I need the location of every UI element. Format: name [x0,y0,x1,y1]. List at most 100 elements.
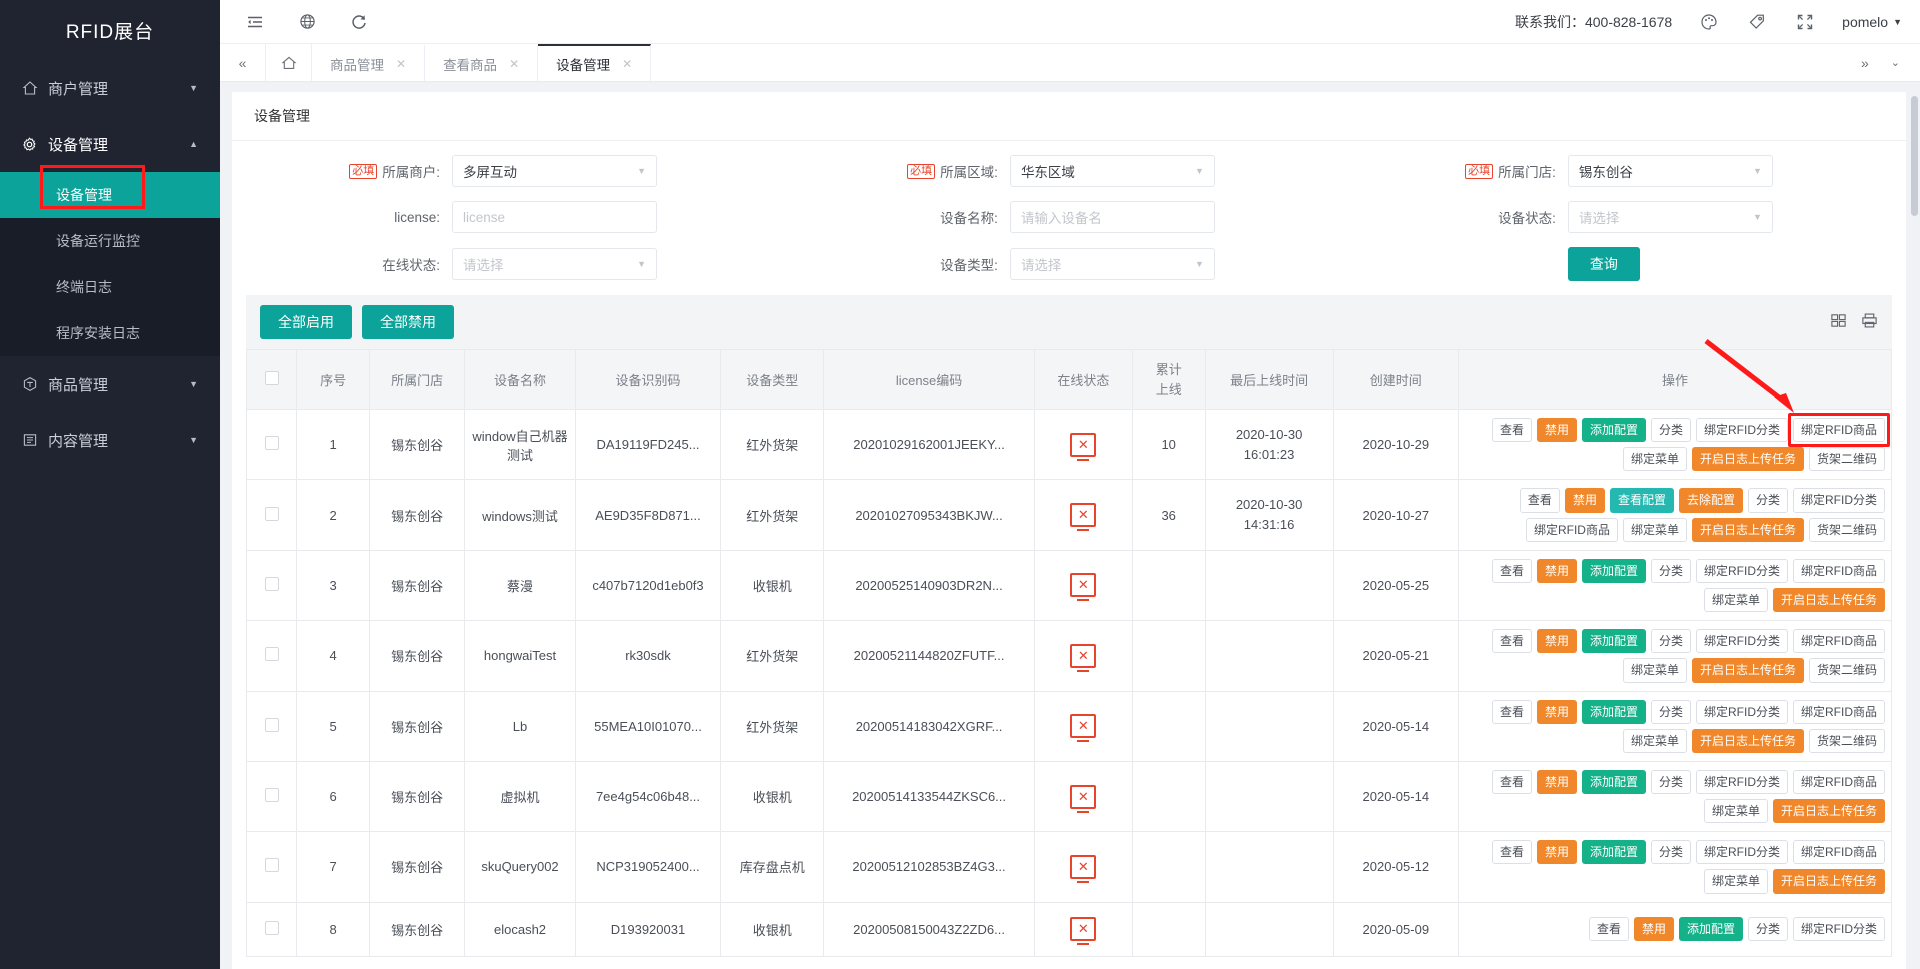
op-button[interactable]: 添加配置 [1581,699,1646,724]
op-button[interactable]: 绑定菜单 [1703,587,1768,613]
op-button[interactable]: 开启日志上传任务 [1772,869,1885,894]
store-select[interactable]: 锡东创谷 ▼ [1567,155,1773,187]
globe-icon[interactable] [296,11,318,33]
row-checkbox[interactable] [264,920,279,935]
op-button[interactable]: 绑定菜单 [1703,799,1768,824]
op-button[interactable]: 开启日志上传任务 [1772,587,1885,613]
tab-scroll-right-button[interactable]: » [1861,55,1869,71]
refresh-icon[interactable] [348,11,370,33]
row-checkbox[interactable] [264,858,279,873]
op-button[interactable]: 开启日志上传任务 [1691,447,1804,472]
close-icon[interactable]: ✕ [396,57,406,71]
columns-icon[interactable] [1830,312,1847,332]
op-button[interactable]: 查看 [1491,769,1532,795]
op-button[interactable]: 分类 [1650,769,1691,795]
op-button[interactable]: 查看配置 [1609,488,1674,513]
op-button[interactable]: 查看 [1491,418,1532,443]
menu-fold-icon[interactable] [244,11,266,33]
op-button[interactable]: 禁用 [1536,418,1577,443]
region-select[interactable]: 华东区域 ▼ [1009,155,1215,187]
tab-home-icon[interactable] [266,44,312,81]
op-button[interactable]: 绑定RFID分类 [1696,699,1788,724]
op-button[interactable]: 开启日志上传任务 [1772,799,1885,824]
op-button[interactable]: 查看 [1491,699,1532,724]
op-button[interactable]: 货架二维码 [1808,658,1885,683]
select-all-checkbox[interactable] [264,371,279,385]
op-button[interactable]: 添加配置 [1678,917,1743,942]
op-button[interactable]: 绑定RFID分类 [1696,418,1788,443]
sidebar-item-terminal-log[interactable]: 终端日志 [0,264,220,310]
op-button[interactable]: 开启日志上传任务 [1691,517,1804,542]
op-button[interactable]: 添加配置 [1581,840,1646,865]
row-checkbox[interactable] [264,788,279,803]
sidebar-item-install-log[interactable]: 程序安装日志 [0,310,220,356]
license-input[interactable]: license [452,201,657,233]
op-button[interactable]: 绑定RFID商品 [1793,769,1885,795]
sidebar-group-merchant[interactable]: 商户管理 ▼ [0,60,220,116]
op-button[interactable]: 查看 [1588,917,1629,942]
op-button[interactable]: 禁用 [1536,840,1577,865]
close-icon[interactable]: ✕ [509,57,519,71]
op-button[interactable]: 绑定RFID分类 [1793,917,1885,942]
op-button[interactable]: 绑定菜单 [1622,658,1687,683]
op-button[interactable]: 货架二维码 [1808,728,1885,753]
disable-all-button[interactable]: 全部禁用 [362,305,454,339]
op-button[interactable]: 分类 [1747,488,1788,513]
op-button[interactable]: 分类 [1650,840,1691,865]
op-button[interactable]: 绑定RFID分类 [1696,769,1788,795]
op-button[interactable]: 绑定菜单 [1622,447,1687,472]
op-button[interactable]: 添加配置 [1581,418,1646,443]
sidebar-group-device[interactable]: 设备管理 ▲ [0,116,220,172]
op-button[interactable]: 禁用 [1536,769,1577,795]
op-button[interactable]: 禁用 [1633,917,1674,942]
fullscreen-icon[interactable] [1794,11,1816,33]
user-menu[interactable]: pomelo ▼ [1842,14,1902,30]
row-checkbox[interactable] [264,506,279,521]
op-button[interactable]: 绑定RFID商品 [1525,517,1618,542]
op-button[interactable]: 绑定菜单 [1622,517,1687,542]
op-button[interactable]: 禁用 [1564,488,1605,513]
print-icon[interactable] [1861,312,1878,332]
tab-scroll-left-button[interactable]: « [220,44,266,81]
op-button[interactable]: 分类 [1650,699,1691,724]
op-button[interactable]: 去除配置 [1678,488,1743,513]
op-button[interactable]: 分类 [1650,629,1691,654]
row-checkbox[interactable] [264,717,279,732]
op-button[interactable]: 分类 [1747,917,1788,942]
tab-product-management[interactable]: 商品管理 ✕ [312,44,426,81]
op-button[interactable]: 禁用 [1536,629,1577,654]
palette-icon[interactable] [1698,11,1720,33]
op-button[interactable]: 添加配置 [1581,769,1646,795]
op-button[interactable]: 查看 [1519,488,1560,513]
op-button[interactable]: 绑定RFID分类 [1696,558,1788,583]
close-icon[interactable]: ✕ [622,57,632,71]
device-type-select[interactable]: 请选择 ▼ [1009,248,1215,280]
op-button[interactable]: 分类 [1650,418,1691,443]
op-button[interactable]: 分类 [1650,558,1691,583]
op-button[interactable]: 货架二维码 [1808,517,1885,542]
query-button[interactable]: 查询 [1567,247,1640,281]
op-button[interactable]: 禁用 [1536,699,1577,724]
enable-all-button[interactable]: 全部启用 [260,305,352,339]
op-button[interactable]: 绑定菜单 [1703,869,1768,894]
chevron-down-icon[interactable]: ⌄ [1891,56,1900,69]
op-button[interactable]: 绑定RFID分类 [1793,488,1885,513]
tab-view-product[interactable]: 查看商品 ✕ [425,44,539,81]
merchant-select[interactable]: 多屏互动 ▼ [452,155,657,187]
online-status-select[interactable]: 请选择 ▼ [452,248,657,280]
op-button[interactable]: 绑定RFID分类 [1696,840,1788,865]
row-checkbox[interactable] [264,576,279,591]
op-button[interactable]: 查看 [1491,840,1532,865]
sidebar-group-content[interactable]: 内容管理 ▼ [0,412,220,468]
row-checkbox[interactable] [264,436,279,451]
op-button[interactable]: 绑定RFID分类 [1696,629,1788,654]
op-button[interactable]: 绑定RFID商品 [1793,699,1885,724]
op-button[interactable]: 添加配置 [1581,629,1646,654]
op-button[interactable]: 查看 [1491,629,1532,654]
op-button[interactable]: 开启日志上传任务 [1691,728,1804,753]
op-button[interactable]: 绑定RFID商品 [1793,629,1885,654]
device-status-select[interactable]: 请选择 ▼ [1567,201,1773,233]
tab-device-management[interactable]: 设备管理 ✕ [538,44,652,81]
vertical-scrollbar[interactable] [1911,96,1918,216]
row-checkbox[interactable] [264,647,279,662]
